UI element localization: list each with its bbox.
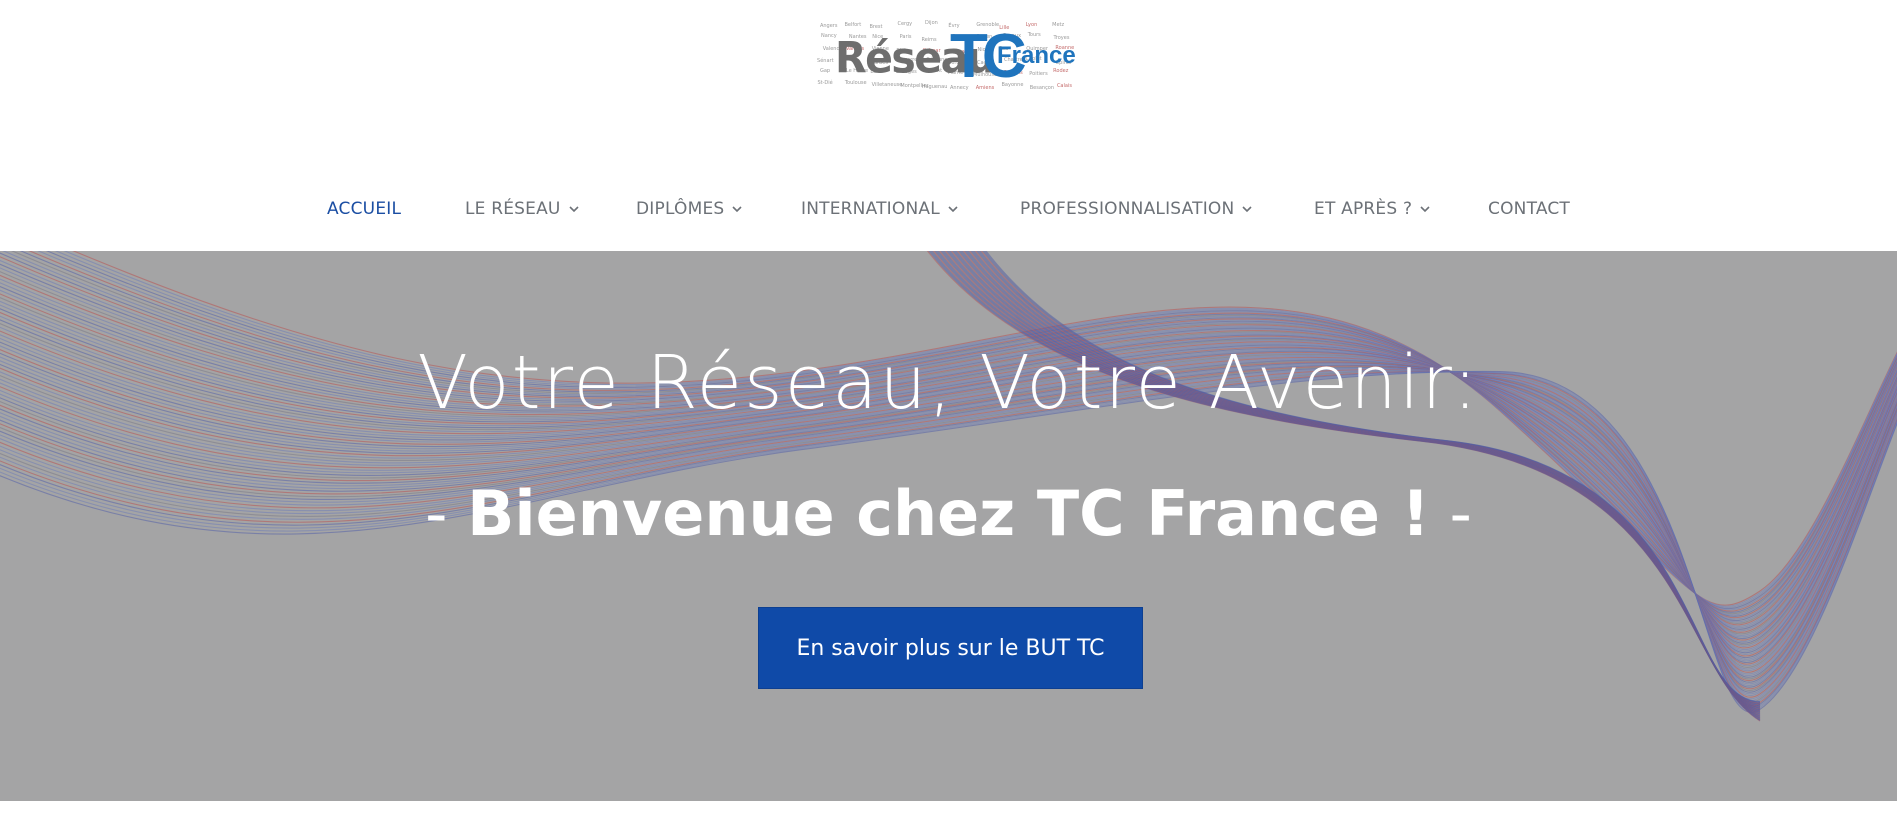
hero-title: Votre Réseau, Votre Avenir: [417,340,1480,426]
hero-subtitle: - Bienvenue chez TC France ! - [0,483,1897,545]
nav-item-label: PROFESSIONNALISATION [1020,199,1235,219]
logo-cloud-word: Tours [1027,32,1041,39]
nav-item-contact[interactable]: CONTACT [1488,198,1570,220]
nav-item-label: DIPLÔMES [636,199,725,219]
nav-item-international[interactable]: INTERNATIONAL [801,198,960,220]
logo-cloud-word: Gap [819,68,831,75]
logo-cloud-word: Belfort [844,22,862,29]
logo-cloud-word: St-Dié [817,80,833,87]
nav-item-label: LE RÉSEAU [465,199,561,219]
nav-item-le-reseau[interactable]: LE RÉSEAU [465,198,581,220]
nav-item-label: CONTACT [1488,199,1571,219]
chevron-down-icon [732,206,742,213]
logo-cloud-word: Lyon [1025,22,1038,29]
logo-cloud-word: Metz [1052,22,1065,29]
hero-banner: Votre Réseau, Votre Avenir: - Bienvenue … [0,251,1897,801]
logo-cloud-word: Poitiers [1029,71,1048,78]
logo-cloud-word: Besançon [1029,84,1055,91]
nav-item-professionnalisation[interactable]: PROFESSIONNALISATION [1020,198,1254,220]
logo-cloud-word: Sénart [817,57,834,64]
nav-item-label: ACCUEIL [327,199,402,219]
subtitle-dash-left: - [425,477,468,550]
logo-cloud-word: Angers [819,22,838,29]
subtitle-text: Bienvenue chez TC France ! [467,477,1430,550]
logo-cloud-word: Troyes [1053,35,1070,42]
logo-cloud-word: Calais [1056,83,1072,90]
nav-item-label: ET APRÈS ? [1314,199,1413,219]
nav-item-et-apres[interactable]: ET APRÈS ? [1314,198,1432,220]
nav-item-accueil[interactable]: ACCUEIL [327,198,401,220]
logo-france-text: France [997,42,1076,69]
nav-item-label: INTERNATIONAL [801,199,940,219]
logo-cloud-word: Haguenau [921,84,948,91]
logo-cloud-word: Brest [869,24,883,31]
chevron-down-icon [1242,206,1252,213]
subtitle-dash-right: - [1429,477,1472,550]
main-navigation: ACCUEIL LE RÉSEAU DIPLÔMES INTERNATIONAL… [0,186,1897,230]
learn-more-but-tc-button[interactable]: En savoir plus sur le BUT TC [758,607,1143,689]
site-logo[interactable]: Angers Belfort Brest Cergy Dijon Évry Grenoble… [815,18,1085,102]
chevron-down-icon [948,206,958,213]
logo-cloud-word: Rodez [1053,68,1069,75]
logo-cloud-word: Dijon [924,20,938,27]
logo-cloud-word: Cergy [897,21,913,28]
chevron-down-icon [1420,206,1430,213]
chevron-down-icon [569,206,579,213]
nav-item-diplomes[interactable]: DIPLÔMES [636,198,744,220]
site-header: Angers Belfort Brest Cergy Dijon Évry Grenoble… [0,0,1897,251]
